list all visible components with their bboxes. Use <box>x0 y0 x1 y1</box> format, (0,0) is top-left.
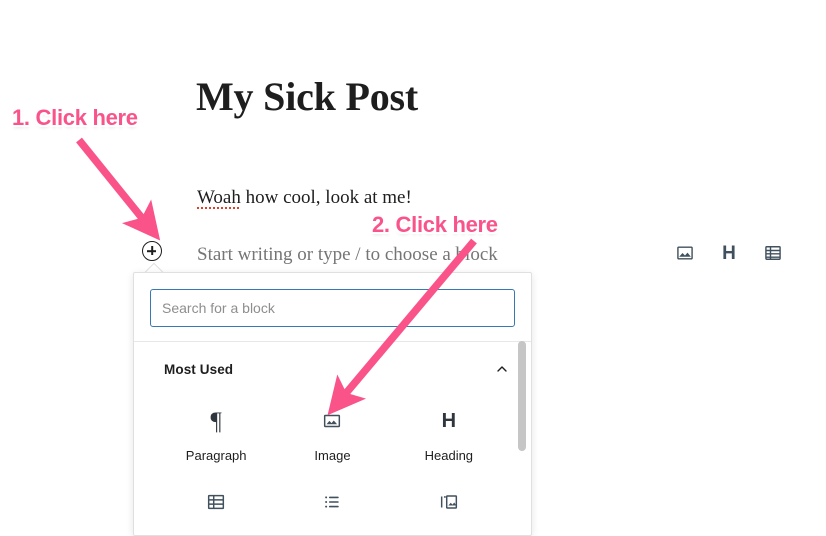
gallery-icon <box>438 487 460 517</box>
block-label: Heading <box>424 448 474 463</box>
table-icon[interactable] <box>760 240 786 266</box>
most-used-section-header[interactable]: Most Used <box>134 342 531 384</box>
block-item-paragraph[interactable]: ¶ Paragraph <box>158 396 274 471</box>
block-inserter-popover: Most Used ¶ Paragraph Imag <box>133 272 532 536</box>
scrollbar-thumb[interactable] <box>518 341 526 451</box>
paragraph-text: how cool, look at me! <box>240 187 412 208</box>
empty-block-placeholder[interactable]: Start writing or type / to choose a bloc… <box>197 242 498 268</box>
screenshot-root: My Sick Post Woah how cool, look at me! … <box>0 0 826 536</box>
image-icon <box>321 406 343 436</box>
panel-scrollbar[interactable] <box>518 341 526 531</box>
add-block-plus-icon[interactable] <box>142 241 162 261</box>
block-type-grid: ¶ Paragraph Image H Heading <box>134 384 531 535</box>
heading-icon[interactable]: H <box>716 240 742 266</box>
paragraph-icon: ¶ <box>210 407 222 435</box>
misspelled-word: Woah <box>197 187 241 210</box>
block-label: Paragraph <box>185 448 247 463</box>
heading-icon: H <box>441 410 457 432</box>
annotation-step-2: 2. Click here <box>372 212 498 237</box>
chevron-up-icon[interactable] <box>493 360 511 378</box>
list-icon <box>321 487 343 517</box>
block-label: Image <box>314 448 351 463</box>
search-input[interactable] <box>150 289 515 327</box>
paragraph-block[interactable]: Woah how cool, look at me! <box>197 185 412 211</box>
block-item-heading[interactable]: H Heading <box>391 396 507 471</box>
annotation-step-1: 1. Click here <box>12 105 138 130</box>
table-icon <box>205 487 227 517</box>
block-item-image[interactable]: Image <box>274 396 390 471</box>
block-item-gallery[interactable] <box>391 477 507 535</box>
block-item-table[interactable] <box>158 477 274 535</box>
block-item-list[interactable] <box>274 477 390 535</box>
image-icon[interactable] <box>672 240 698 266</box>
search-container <box>134 273 531 342</box>
page-title[interactable]: My Sick Post <box>196 72 418 122</box>
annotation-arrow-1 <box>76 137 161 241</box>
quick-insert-toolbar: H <box>672 240 786 266</box>
section-title: Most Used <box>164 361 234 377</box>
